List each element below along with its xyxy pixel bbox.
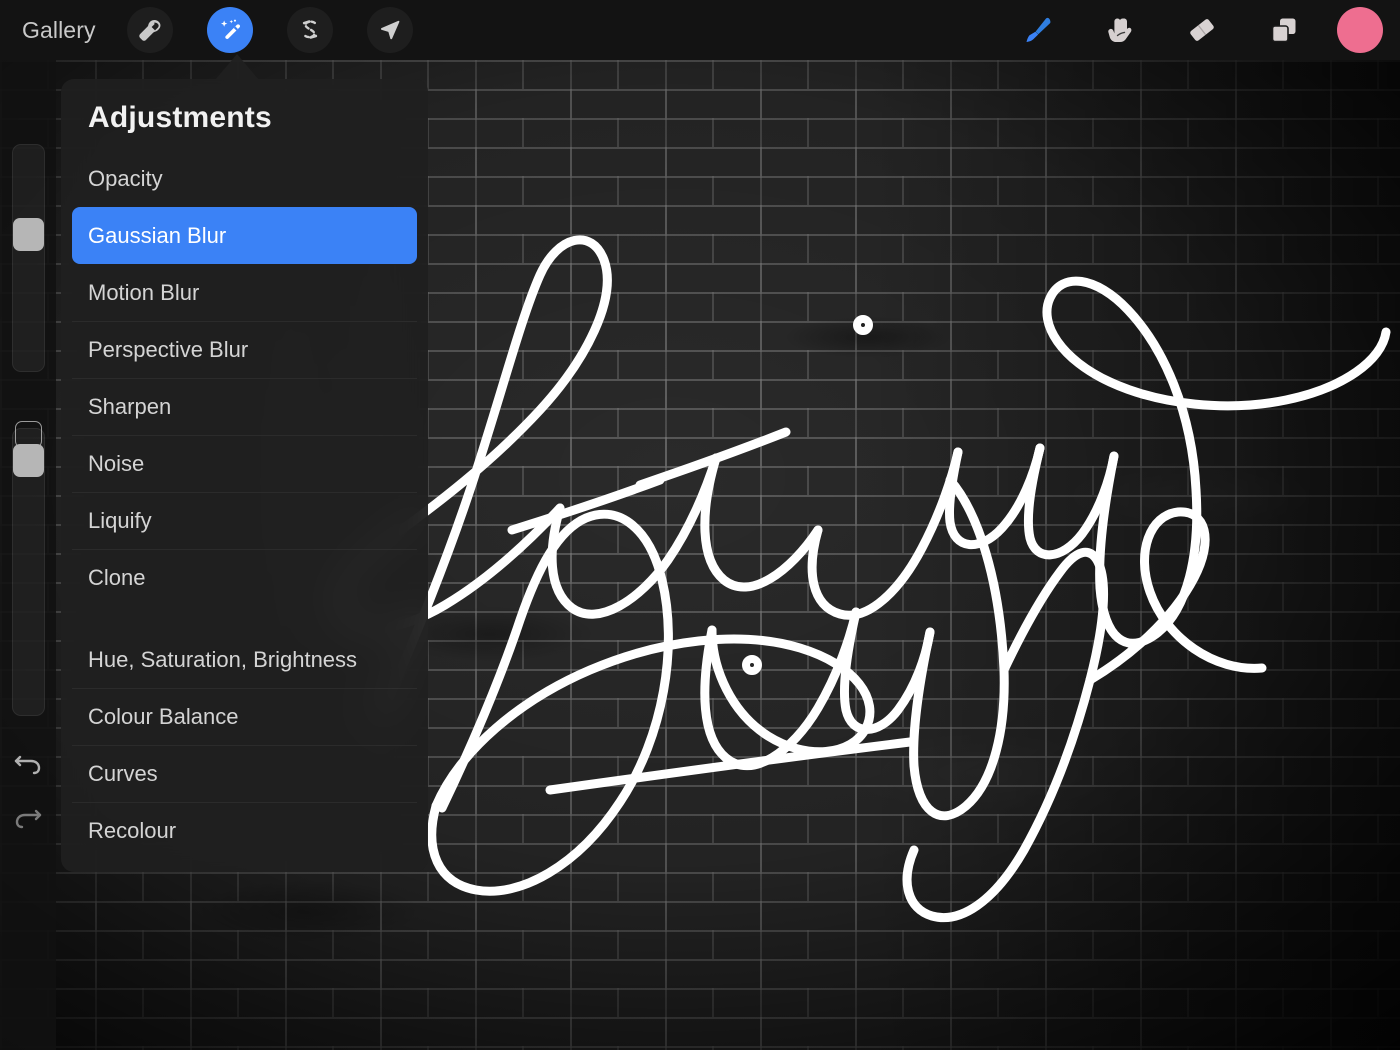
adjustments-item-label: Hue, Saturation, Brightness — [88, 646, 358, 672]
smudge-finger-icon — [1108, 18, 1132, 42]
procreate-app-window: Gallery Adjustments Opacity Gaussian Blu… — [0, 0, 1400, 1050]
colour-swatch-button[interactable] — [1337, 7, 1383, 53]
adjustments-item-label: Clone — [88, 564, 146, 590]
redo-arrow-icon — [15, 809, 42, 829]
brush-opacity-slider-thumb[interactable] — [13, 444, 44, 477]
transform-button[interactable] — [366, 7, 413, 53]
menu-pointer-triangle — [215, 54, 259, 80]
adjustments-item-recolour[interactable]: Recolour — [72, 802, 417, 859]
actions-button[interactable] — [126, 7, 173, 53]
erase-button[interactable] — [1179, 7, 1225, 53]
adjustments-item-curves[interactable]: Curves — [72, 745, 417, 802]
adjustments-item-perspective-blur[interactable]: Perspective Blur — [72, 321, 417, 378]
adjustments-panel-title: Adjustments — [88, 101, 272, 134]
undo-button[interactable] — [11, 746, 45, 780]
adjustments-panel: Adjustments Opacity Gaussian Blur Motion B… — [61, 79, 428, 872]
adjustments-item-gaussian-blur[interactable]: Gaussian Blur — [72, 207, 417, 264]
top-toolbar-left-group: Gallery — [0, 0, 430, 60]
brush-opacity-slider[interactable] — [12, 428, 45, 716]
adjustments-item-liquify[interactable]: Liquify — [72, 492, 417, 549]
adjustments-item-label: Curves — [88, 760, 158, 786]
adjustments-item-label: Opacity — [88, 165, 163, 191]
adjustments-item-noise[interactable]: Noise — [72, 435, 417, 492]
adjustments-item-label: Motion Blur — [88, 279, 200, 305]
adjustments-group-separator — [72, 606, 417, 631]
adjustments-item-hue-saturation-brightness[interactable]: Hue, Saturation, Brightness — [72, 631, 417, 688]
redo-button[interactable] — [11, 800, 45, 834]
adjustments-item-label: Perspective Blur — [88, 336, 249, 362]
top-toolbar: Gallery — [0, 0, 1400, 60]
selection-button[interactable] — [286, 7, 333, 53]
adjustments-item-label: Sharpen — [88, 393, 172, 419]
paint-button[interactable] — [1015, 7, 1061, 53]
paintbrush-icon — [1026, 17, 1051, 42]
brush-size-slider-thumb[interactable] — [13, 218, 44, 251]
gallery-button[interactable]: Gallery — [0, 0, 110, 60]
transform-arrow-icon — [380, 20, 399, 40]
adjustments-item-label: Gaussian Blur — [88, 222, 227, 248]
adjustments-item-label: Colour Balance — [88, 703, 239, 729]
brush-size-slider[interactable] — [12, 144, 45, 372]
wrench-icon — [139, 19, 161, 41]
left-toolbar — [0, 60, 56, 1050]
adjustments-item-opacity[interactable]: Opacity — [72, 150, 417, 207]
adjustments-item-label: Recolour — [88, 817, 177, 843]
adjustments-item-label: Noise — [88, 450, 145, 476]
magic-wand-icon — [220, 19, 240, 40]
layers-icon — [1271, 18, 1296, 43]
layers-button[interactable] — [1261, 7, 1307, 53]
adjustments-item-label: Liquify — [88, 507, 152, 533]
selection-s-icon — [302, 20, 317, 39]
undo-arrow-icon — [14, 755, 41, 775]
top-toolbar-right-group — [1005, 0, 1400, 60]
adjustments-item-clone[interactable]: Clone — [72, 549, 417, 606]
eraser-icon — [1190, 19, 1214, 41]
smudge-button[interactable] — [1097, 7, 1143, 53]
adjustments-list: Opacity Gaussian Blur Motion Blur Perspecti… — [61, 150, 428, 859]
adjustments-item-motion-blur[interactable]: Motion Blur — [72, 264, 417, 321]
adjustments-item-colour-balance[interactable]: Colour Balance — [72, 688, 417, 745]
adjustments-item-sharpen[interactable]: Sharpen — [72, 378, 417, 435]
adjustments-button[interactable] — [206, 7, 253, 53]
